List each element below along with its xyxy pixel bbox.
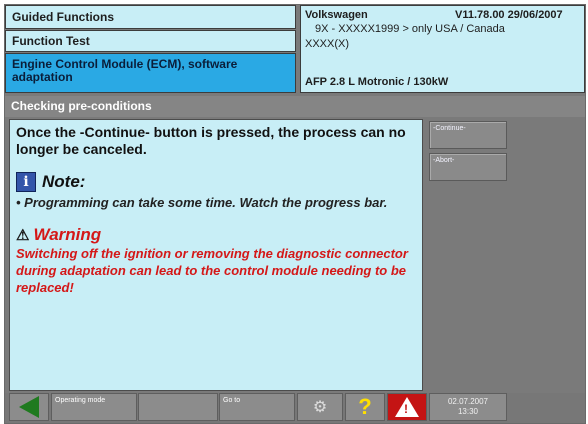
help-icon: ?	[358, 394, 372, 419]
note-heading: i Note:	[16, 172, 416, 192]
nav-function-test[interactable]: Function Test	[5, 30, 296, 52]
clock-display: 02.07.2007 13:30	[429, 393, 507, 421]
content-panel: Once the -Continue- button is pressed, t…	[9, 119, 423, 391]
note-title: Note:	[42, 172, 86, 191]
warning-triangle-icon: !	[395, 397, 419, 417]
vehicle-info-panel: Volkswagen V11.78.00 29/06/2007 9X - XXX…	[300, 5, 585, 93]
help-button[interactable]: ?	[345, 393, 385, 421]
warning-icon: ⚠	[16, 227, 30, 244]
nav-selected-function[interactable]: Engine Control Module (ECM), software ad…	[5, 53, 296, 93]
model-line-label: 9X - XXXXX1999 > only USA / Canada	[315, 23, 505, 35]
operating-mode-button[interactable]: Operating mode	[51, 393, 137, 421]
application-window: Guided Functions Function Test Engine Co…	[4, 4, 586, 424]
navigation-header: Guided Functions Function Test Engine Co…	[5, 5, 298, 95]
toolbar-spacer	[509, 393, 585, 421]
blank-toolbar-button[interactable]	[138, 393, 218, 421]
warning-heading: ⚠ Warning	[16, 225, 416, 245]
page-title: Checking pre-conditions	[5, 96, 585, 117]
note-text: • Programming can take some time. Watch …	[16, 195, 388, 210]
bottom-toolbar: Operating mode Go to ⚙ ? ! 02.07.2007 13…	[5, 393, 585, 423]
tools-icon: ⚙	[312, 399, 328, 416]
time-label: 13:30	[457, 407, 479, 416]
version-label: V11.78.00 29/06/2007	[455, 9, 563, 21]
intro-text: Once the -Continue- button is pressed, t…	[16, 124, 406, 157]
model-code-label: XXXX(X)	[305, 38, 350, 50]
nav-guided-functions[interactable]: Guided Functions	[5, 5, 296, 29]
warning-glyph: !	[404, 402, 408, 416]
warning-title: Warning	[33, 225, 102, 244]
warning-text: Switching off the ignition or removing t…	[16, 246, 408, 295]
date-label: 02.07.2007	[447, 397, 489, 406]
abort-button[interactable]: -Abort-	[429, 153, 507, 181]
back-button[interactable]	[9, 393, 49, 421]
brand-label: Volkswagen	[305, 9, 368, 21]
continue-button[interactable]: -Continue-	[429, 121, 507, 149]
warning-button[interactable]: !	[387, 393, 427, 421]
go-to-button[interactable]: Go to	[219, 393, 295, 421]
tools-button[interactable]: ⚙	[297, 393, 343, 421]
info-icon: i	[16, 172, 36, 192]
back-arrow-icon	[19, 396, 39, 418]
engine-label: AFP 2.8 L Motronic / 130kW	[305, 76, 449, 88]
